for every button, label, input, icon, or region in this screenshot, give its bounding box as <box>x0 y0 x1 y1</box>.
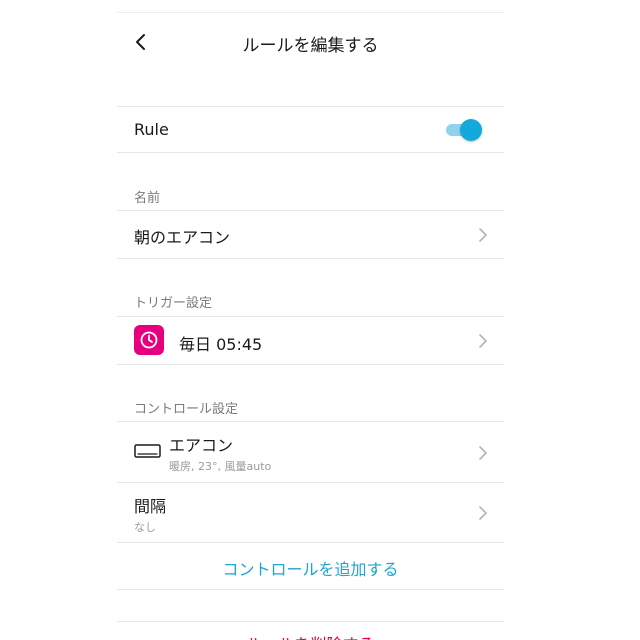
control-item-aircon[interactable]: エアコン 暖房, 23°, 風量auto <box>117 422 504 482</box>
status-bar-divider <box>117 12 504 13</box>
control-item-title: エアコン <box>169 436 234 455</box>
clock-icon <box>140 331 158 349</box>
name-row[interactable]: 朝のエアコン <box>117 211 504 258</box>
toggle-knob <box>460 119 482 141</box>
control-section-label: コントロール設定 <box>134 402 239 417</box>
page-title: ルールを編集する <box>242 36 379 56</box>
chevron-right-icon <box>479 228 487 242</box>
divider <box>117 621 504 622</box>
trigger-value: 毎日 05:45 <box>179 335 263 354</box>
control-item-title: 間隔 <box>134 497 167 516</box>
chevron-right-icon <box>479 506 487 520</box>
rule-edit-screen: ルールを編集する Rule 名前 朝のエアコン トリガー設定 毎日 05:45 <box>117 0 504 640</box>
divider <box>117 258 504 259</box>
divider <box>117 542 504 543</box>
rule-label: Rule <box>134 120 169 139</box>
control-item-interval[interactable]: 間隔 なし <box>117 483 504 542</box>
rule-toggle-switch[interactable] <box>446 119 482 141</box>
name-section-label: 名前 <box>134 191 161 206</box>
header: ルールを編集する <box>117 22 504 62</box>
rule-toggle-row: Rule <box>117 107 504 153</box>
trigger-section-label: トリガー設定 <box>134 296 213 311</box>
chevron-right-icon <box>479 446 487 460</box>
rule-name-value: 朝のエアコン <box>134 228 231 247</box>
control-item-text: 間隔 なし <box>134 493 166 535</box>
trigger-row[interactable]: 毎日 05:45 <box>117 317 504 364</box>
divider <box>117 589 504 590</box>
divider <box>117 152 504 153</box>
control-item-subtitle: 暖房, 23°, 風量auto <box>169 460 272 473</box>
delete-rule-button[interactable]: ルールを削除する <box>117 631 504 640</box>
control-item-subtitle: なし <box>134 521 156 534</box>
trigger-badge <box>134 325 164 355</box>
add-control-button[interactable]: コントロールを追加する <box>117 556 504 580</box>
divider <box>117 364 504 365</box>
chevron-right-icon <box>479 334 487 348</box>
air-conditioner-icon <box>134 444 161 458</box>
control-item-text: エアコン 暖房, 23°, 風量auto <box>169 432 271 474</box>
